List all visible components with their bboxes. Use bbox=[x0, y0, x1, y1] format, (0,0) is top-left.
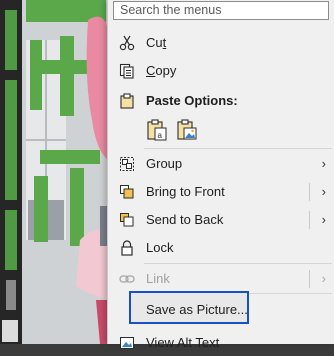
menu-item-copy[interactable]: Copy bbox=[108, 58, 334, 84]
menu-divider bbox=[144, 263, 332, 264]
paste-picture-button[interactable] bbox=[176, 119, 198, 141]
menu-item-bring-to-front[interactable]: Bring to Front › bbox=[108, 179, 334, 205]
menu-item-label: View Alt Text bbox=[146, 335, 220, 350]
menu-item-label: Copy bbox=[146, 63, 177, 78]
link-icon bbox=[119, 275, 135, 283]
split-divider bbox=[309, 183, 310, 201]
chevron-right-icon[interactable]: › bbox=[322, 212, 326, 227]
menu-item-label: Bring to Front bbox=[146, 184, 225, 199]
clipboard-icon bbox=[120, 93, 134, 109]
menu-item-send-to-back[interactable]: Send to Back › bbox=[108, 207, 334, 233]
menu-divider bbox=[144, 148, 332, 149]
menu-item-label: Save as Picture... bbox=[146, 302, 248, 317]
chevron-right-icon: › bbox=[321, 156, 326, 171]
menu-item-paste-options: Paste Options: bbox=[108, 88, 334, 114]
menu-item-save-as-picture[interactable]: Save as Picture... bbox=[108, 297, 334, 323]
chevron-right-icon: › bbox=[321, 271, 326, 286]
paste-keep-text-icon: a bbox=[147, 119, 167, 141]
menu-item-link: Link › bbox=[108, 266, 334, 292]
menu-item-label: Lock bbox=[146, 240, 174, 255]
group-icon bbox=[120, 157, 134, 171]
menu-item-cut[interactable]: Cut bbox=[108, 30, 334, 56]
menu-item-label: Cut bbox=[146, 35, 167, 50]
chevron-right-icon[interactable]: › bbox=[322, 184, 326, 199]
paste-picture-icon bbox=[177, 119, 197, 140]
split-divider bbox=[309, 211, 310, 229]
menu-item-label: Group bbox=[146, 156, 183, 171]
menu-item-label: Paste Options: bbox=[146, 93, 238, 108]
scissors-icon bbox=[119, 35, 135, 51]
bring-to-front-icon bbox=[120, 185, 134, 199]
split-divider bbox=[309, 270, 310, 288]
paste-keep-text-button[interactable]: a bbox=[146, 119, 168, 141]
search-menus-input[interactable]: Search the menus bbox=[113, 1, 329, 20]
menu-item-group[interactable]: Group › bbox=[108, 151, 334, 177]
menu-item-label: Send to Back bbox=[146, 212, 224, 227]
menu-item-lock[interactable]: Lock bbox=[108, 235, 334, 261]
svg-text:a: a bbox=[158, 131, 163, 140]
context-menu: Search the menus Cut Copy Paste Options: bbox=[107, 0, 334, 350]
alt-text-icon bbox=[120, 337, 134, 349]
menu-item-view-alt-text[interactable]: View Alt Text bbox=[108, 330, 334, 356]
menu-item-label: Link bbox=[146, 271, 170, 286]
send-to-back-icon bbox=[120, 213, 134, 227]
lock-icon bbox=[121, 240, 133, 256]
copy-icon bbox=[119, 63, 134, 79]
